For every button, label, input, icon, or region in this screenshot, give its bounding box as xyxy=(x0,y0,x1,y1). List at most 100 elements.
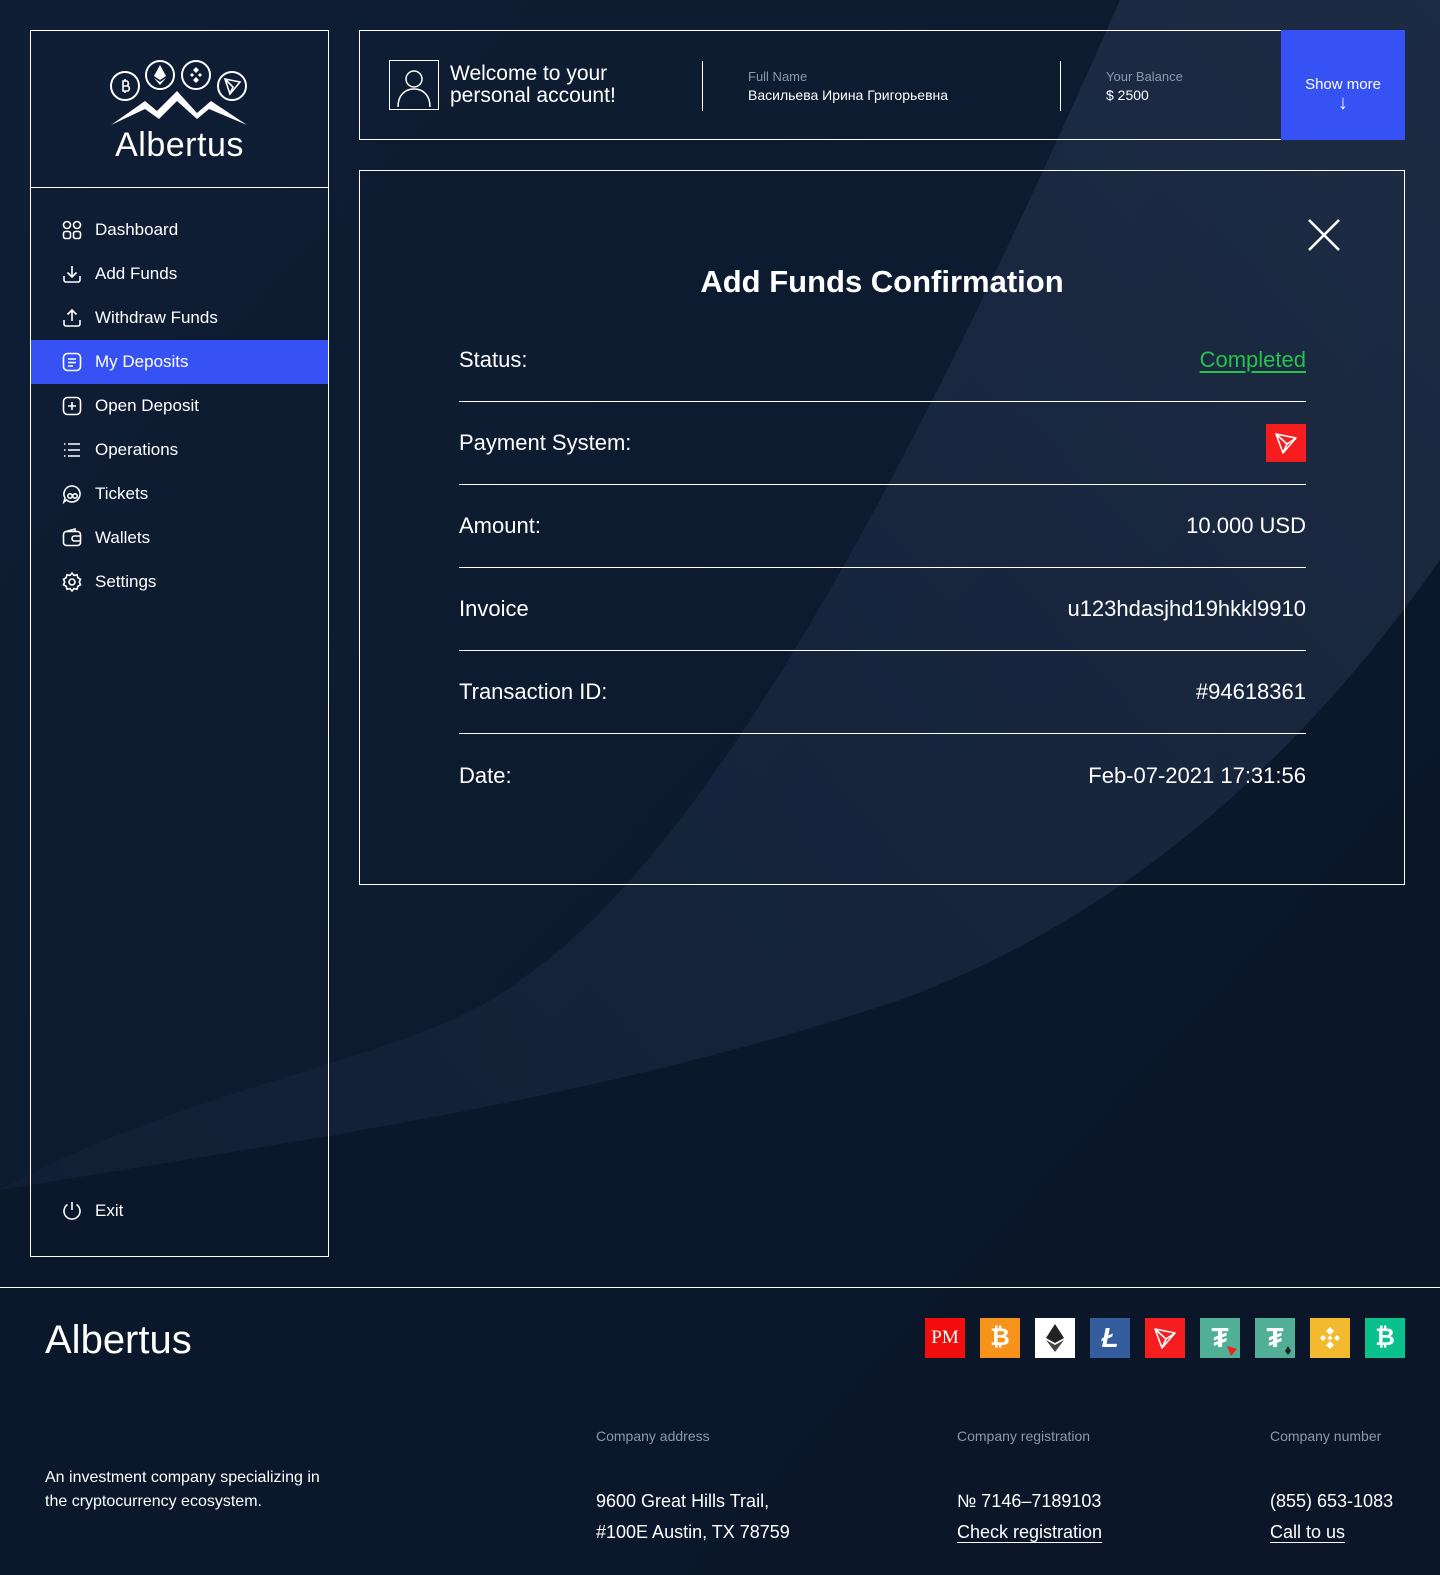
company-number: Company number (855) 653-1083 Call to us xyxy=(1270,1428,1393,1548)
sidebar-item-wallets[interactable]: Wallets xyxy=(31,516,328,560)
call-to-us-link[interactable]: Call to us xyxy=(1270,1517,1393,1548)
sidebar-item-withdraw-funds[interactable]: Withdraw Funds xyxy=(31,296,328,340)
ethereum-badge-icon xyxy=(1285,1346,1291,1355)
company-registration-label: Company registration xyxy=(957,1428,1091,1444)
logo-text: Albertus xyxy=(115,126,244,164)
mountain-coins-logo-icon xyxy=(110,60,247,125)
footer: Albertus An investment company specializ… xyxy=(0,1287,1440,1575)
balance-label: Your Balance xyxy=(1106,69,1183,84)
amount-value: 10.000 USD xyxy=(1186,513,1306,538)
tron-icon xyxy=(1266,424,1306,462)
balance-block: Your Balance $ 2500 xyxy=(1106,69,1183,103)
tether-symbol: ₮ xyxy=(1266,1322,1284,1353)
date-label: Date: xyxy=(459,762,512,788)
date-row: Date: Feb-07-2021 17:31:56 xyxy=(459,734,1306,817)
sidebar-nav: Dashboard Add Funds Withdraw Funds My De… xyxy=(31,188,328,604)
sidebar-item-my-deposits[interactable]: My Deposits xyxy=(31,340,328,384)
payment-methods: PM ₿ Ł ₮ ₮ ₿ xyxy=(925,1318,1405,1358)
phone-number: (855) 653-1083 xyxy=(1270,1491,1394,1511)
company-registration: Company registration № 7146–7189103 Chec… xyxy=(957,1428,1102,1548)
download-icon xyxy=(61,263,83,285)
company-number-label: Company number xyxy=(1270,1428,1382,1444)
sidebar-item-label: Operations xyxy=(95,440,179,459)
sidebar-item-label: My Deposits xyxy=(95,352,189,371)
sidebar-item-dashboard[interactable]: Dashboard xyxy=(31,208,328,252)
sidebar-item-open-deposit[interactable]: Open Deposit xyxy=(31,384,328,428)
transaction-id-value: #94618361 xyxy=(1195,679,1306,704)
address-line-1: 9600 Great Hills Trail, xyxy=(596,1491,770,1511)
footer-logo[interactable]: Albertus xyxy=(45,1318,192,1363)
exit-label: Exit xyxy=(95,1201,124,1220)
show-more-label: Show more xyxy=(1305,76,1381,93)
power-icon xyxy=(61,1200,83,1222)
date-value: Feb-07-2021 17:31:56 xyxy=(1088,762,1306,788)
sidebar-item-label: Withdraw Funds xyxy=(95,308,218,327)
sidebar-item-operations[interactable]: Operations xyxy=(31,428,328,472)
dashboard-icon xyxy=(61,219,83,241)
litecoin-icon: Ł xyxy=(1090,1318,1130,1358)
invoice-value: u123hdasjhd19hkkl9910 xyxy=(1067,596,1306,621)
amount-row: Amount: 10.000 USD xyxy=(459,485,1306,568)
balance-value: $ 2500 xyxy=(1106,87,1149,103)
avatar[interactable] xyxy=(389,60,439,110)
tether-erc20-icon: ₮ xyxy=(1255,1318,1295,1358)
sidebar-item-label: Dashboard xyxy=(95,220,179,239)
transaction-id-label: Transaction ID: xyxy=(459,679,608,704)
bitcoin-cash-icon: ₿ xyxy=(1365,1318,1405,1358)
address-line-2: #100E Austin, TX 78759 xyxy=(596,1522,790,1542)
welcome-text: Welcome to your personal account! xyxy=(450,62,616,107)
tron-icon xyxy=(1145,1318,1185,1358)
company-address: Company address 9600 Great Hills Trail, … xyxy=(596,1428,790,1548)
bitcoin-symbol: ₿ xyxy=(990,1324,1010,1351)
header-divider xyxy=(1060,61,1061,111)
confirmation-details: Status: Completed Payment System: Amount… xyxy=(459,319,1306,817)
status-value[interactable]: Completed xyxy=(1200,347,1306,373)
sidebar-item-label: Add Funds xyxy=(95,264,178,283)
binance-icon xyxy=(1310,1318,1350,1358)
chat-icon xyxy=(61,483,83,505)
company-address-label: Company address xyxy=(596,1428,710,1444)
tether-symbol: ₮ xyxy=(1211,1322,1229,1353)
perfect-money-text: PM xyxy=(931,1327,959,1348)
bitcoin-icon: ₿ xyxy=(980,1318,1020,1358)
sidebar-item-tickets[interactable]: Tickets xyxy=(31,472,328,516)
sidebar-item-label: Tickets xyxy=(95,484,149,503)
logo[interactable]: Albertus xyxy=(31,31,328,188)
full-name-value: Васильева Ирина Григорьевна xyxy=(748,87,949,103)
ethereum-icon xyxy=(1035,1318,1075,1358)
exit-button[interactable]: Exit xyxy=(31,1196,123,1226)
payment-system-label: Payment System: xyxy=(459,430,632,455)
gear-icon xyxy=(61,571,83,593)
registration-number: № 7146–7189103 xyxy=(957,1491,1102,1511)
payment-system-row: Payment System: xyxy=(459,402,1306,485)
plus-square-icon xyxy=(61,395,83,417)
litecoin-symbol: Ł xyxy=(1101,1322,1119,1353)
invoice-row: Invoice u123hdasjhd19hkkl9910 xyxy=(459,568,1306,651)
full-name-label: Full Name xyxy=(748,69,808,84)
perfect-money-icon: PM xyxy=(925,1318,965,1358)
full-name-block: Full Name Васильева Ирина Григорьевна xyxy=(748,69,948,103)
transaction-id-row: Transaction ID: #94618361 xyxy=(459,651,1306,734)
add-funds-confirmation-modal: Add Funds Confirmation Status: Completed… xyxy=(359,170,1405,885)
account-header: Welcome to your personal account! Full N… xyxy=(359,30,1281,140)
list-icon xyxy=(61,439,83,461)
upload-icon xyxy=(61,307,83,329)
arrow-down-icon: ↓ xyxy=(1338,92,1348,114)
deposits-icon xyxy=(61,351,83,373)
invoice-label: Invoice xyxy=(459,596,529,621)
amount-label: Amount: xyxy=(459,513,541,538)
status-row: Status: Completed xyxy=(459,319,1306,402)
sidebar-item-label: Wallets xyxy=(95,528,151,547)
sidebar-item-label: Open Deposit xyxy=(95,396,199,415)
sidebar-item-settings[interactable]: Settings xyxy=(31,560,328,604)
check-registration-link[interactable]: Check registration xyxy=(957,1517,1102,1548)
tether-trc20-icon: ₮ xyxy=(1200,1318,1240,1358)
sidebar-item-add-funds[interactable]: Add Funds xyxy=(31,252,328,296)
show-more-button[interactable]: Show more ↓ xyxy=(1281,30,1405,140)
bitcoin-cash-symbol: ₿ xyxy=(1375,1324,1395,1351)
close-icon[interactable] xyxy=(1306,217,1342,253)
header-divider xyxy=(702,61,703,111)
sidebar: Albertus Dashboard Add Funds Withdraw Fu… xyxy=(30,30,329,1257)
wallet-icon xyxy=(61,527,83,549)
company-description: An investment company specializing in th… xyxy=(45,1469,320,1510)
